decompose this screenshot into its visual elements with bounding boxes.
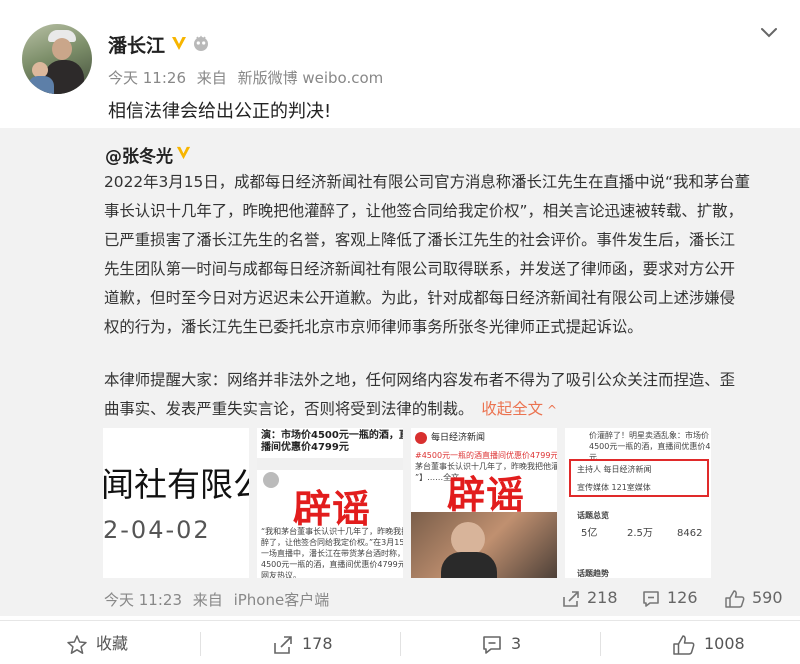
post-meta: 今天 11:26 来自 新版微博 weibo.com [108,67,389,88]
rumor-stamp: 辟谣 [447,473,526,517]
img2-body-line: 一场直播中，潘长江在带货茅台酒时称，市场价 [261,549,403,558]
image-thumb-3[interactable]: 每日经济新闻 #4500元一瓶的酒直播间优惠价4799元#【“我和 茅台董事长认… [411,428,557,578]
img4-top-line: 4500元一瓶的酒，直播间优惠价4799 [589,442,711,451]
divider [600,632,601,656]
verified-v-icon [172,37,186,50]
like-icon [673,634,695,655]
img3-logo [415,432,427,444]
text-line: 事长认识十几年了，昨晚把他灌醉了，让他签合同给我定价权”，相关言论迅速被转载、扩… [104,202,743,220]
text-line: 曲事实、发表严重失实言论，否则将受到法律的制裁。 收起全文 ^ [104,395,764,425]
weibo-post: 潘长江 今天 11:26 来自 新版微博 weibo.com 相信法律会给出公正… [0,0,800,664]
img3-body-line: #4500元一瓶的酒直播间优惠价4799元#【“我和 [415,451,557,460]
comment-count: 3 [511,634,522,653]
author-name[interactable]: 潘长江 [108,31,165,58]
img3-header: 每日经济新闻 [431,433,486,443]
img4-row: 宣传媒体 121室媒体 [577,483,651,492]
caret-up-icon: ^ [546,403,558,417]
text-line: 道歉，但时至今日对方迟迟未公开道歉。为此，针对成都每日经济新闻社有限公司上述涉嫌… [104,289,736,307]
img3-photo-body [441,552,497,578]
img3-photo-face [451,522,485,556]
comment-icon [643,590,659,607]
share-icon [563,590,579,607]
repost-time[interactable]: 今天 11:23 [104,591,182,609]
comment-button[interactable]: 3 [481,632,521,656]
img4-row: 主持人 每日经济新闻 [577,465,652,474]
chevron-down-icon[interactable] [758,24,780,42]
img1-big-text: 闻社有限公 [103,465,249,504]
avatar[interactable] [22,24,92,94]
img4-stat: 8462 [677,528,703,539]
verified-v-icon [176,146,191,160]
repost-count: 178 [302,634,333,653]
repost-author[interactable]: @张冬光 [105,142,173,167]
repost-paragraph-1: 2022年3月15日，成都每日经济新闻社有限公司官方消息称潘长江先生在直播中说“… [104,168,764,342]
like-button[interactable]: 1008 [672,632,745,656]
collapse-label[interactable]: 收起全文 [481,400,543,418]
text-line: 已严重损害了潘长江先生的名誉，客观上降低了潘长江先生的社会评价。事件发生后，潘长… [104,231,736,249]
img2-gray-band [257,458,403,470]
text-line-content: 曲事实、发表严重失实言论，否则将受到法律的制裁。 [104,400,474,418]
repost-share-count: 218 [587,588,618,607]
img2-body-line: “我和茅台董事长认识十几年了，昨晚我把他灌 [261,527,403,536]
img2-body-line: 4500元一瓶的酒，直播间优惠价4799元，引发 [261,560,403,569]
repost-paragraph-2: 本律师提醒大家：网络并非法外之地，任何网络内容发布者不得为了吸引公众关注而捏造、… [104,366,764,425]
member-crown-icon [194,35,208,51]
text-line: 权的行为，潘长江先生已委托北京市京师律师事务所张冬光律师正式提起诉讼。 [104,318,643,336]
text-line: 先生团队第一时间与成都每日经济新闻社有限公司取得联系，并发送了律师函，要求对方公… [104,260,736,278]
img2-top-line: 演：市场价4500元一瓶的酒，直 [261,430,403,441]
repost-share-button[interactable]: 218 [561,586,618,610]
image-thumb-1[interactable]: 闻社有限公 2-04-02 [103,428,249,578]
repost-via-prefix: 来自 [192,591,223,609]
star-icon [67,634,87,654]
img2-body-line: 网友热议。 [261,571,301,578]
repost-source[interactable]: iPhone客户端 [234,591,330,609]
repost-button[interactable]: 178 [272,632,333,656]
post-time[interactable]: 今天 11:26 [108,69,186,87]
img4-top-line: 价灌醉了！明星卖酒乱象：市场价 [589,431,709,440]
img2-top-line: 播间优惠价4799元 [261,442,349,453]
img4-stat: 5亿 [581,528,598,539]
img4-stat: 2.5万 [627,528,653,539]
post-text: 相信法律会给出公正的判决! [108,101,332,122]
repost-meta: 今天 11:23 来自 iPhone客户端 [104,589,329,610]
avatar-face [52,38,72,60]
img2-body-line: 醉了，让他签合同给我定价权。”在3月15日的 [261,538,403,547]
post-source[interactable]: 新版微博 weibo.com [238,69,384,87]
img4-footer: 话题趋势 [577,569,609,578]
text-line: 2022年3月15日，成都每日经济新闻社有限公司官方消息称潘长江先生在直播中说“… [104,173,750,191]
image-thumb-2[interactable]: 演：市场价4500元一瓶的酒，直 播间优惠价4799元 辟谣 “我和茅台董事长认… [257,428,403,578]
img1-date: 2-04-02 [103,516,211,544]
text-line: 本律师提醒大家：网络并非法外之地，任何网络内容发布者不得为了吸引公众关注而捏造、… [104,371,736,389]
divider [200,632,201,656]
share-icon [274,635,292,654]
img4-stats-title: 话题总览 [577,511,609,520]
favorite-label: 收藏 [96,634,129,653]
rumor-stamp: 辟谣 [293,487,372,531]
avatar-child-body [28,76,54,94]
favorite-button[interactable]: 收藏 [66,632,128,656]
post-via-prefix: 来自 [196,69,227,87]
like-icon [725,589,745,608]
img2-avatar [263,472,279,488]
comment-icon [483,635,501,654]
repost-comment-button[interactable]: 126 [641,586,698,610]
image-thumb-4[interactable]: 价灌醉了！明星卖酒乱象：市场价 4500元一瓶的酒，直播间优惠价4799 元 主… [565,428,711,578]
img3-photo [411,512,557,578]
like-count: 1008 [704,634,745,653]
collapse-link[interactable]: 收起全文 ^ [481,400,557,418]
repost-like-button[interactable]: 590 [724,586,783,610]
repost-like-count: 590 [752,588,783,607]
divider [400,632,401,656]
repost-comment-count: 126 [667,588,698,607]
